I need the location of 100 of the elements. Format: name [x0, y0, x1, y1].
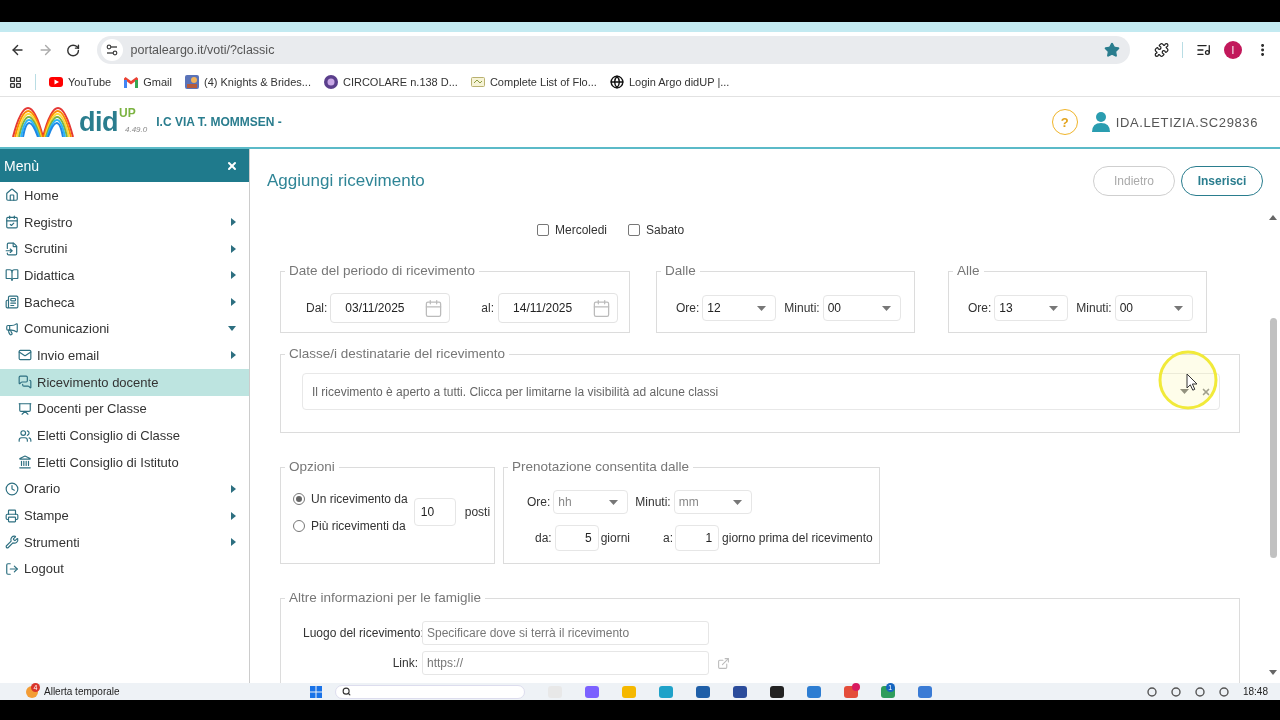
menu-item[interactable]: Ricevimento docente — [0, 368, 249, 396]
menu-item[interactable]: Comunicazioni — [0, 315, 249, 343]
menu-item[interactable]: Stampe — [0, 502, 249, 529]
bookmark-link[interactable]: Login Argo didUP |... — [609, 75, 730, 89]
hour-select[interactable]: 13 — [994, 295, 1069, 321]
insert-button[interactable]: Inserisci — [1181, 166, 1263, 196]
bookmark-link[interactable]: YouTube — [49, 76, 112, 88]
caret-down-icon — [1173, 305, 1183, 311]
minute-select[interactable]: 00 — [822, 295, 901, 321]
menu-item[interactable]: Registro — [0, 208, 249, 236]
date-field[interactable]: 03/11/2025 — [330, 293, 451, 323]
menu-item[interactable]: Strumenti — [0, 528, 249, 556]
close-icon[interactable] — [226, 159, 238, 172]
field-label: Ore: — [968, 301, 992, 315]
house-icon — [5, 188, 19, 203]
bookmark-star-icon[interactable] — [1103, 42, 1120, 58]
rainbow-arches-logo — [12, 107, 74, 137]
site-settings-icon[interactable] — [100, 39, 123, 61]
menu-item[interactable]: Bacheca — [0, 288, 249, 316]
field-label: Dal: — [306, 301, 328, 315]
app-tile-icon[interactable] — [806, 685, 821, 698]
tray-icon[interactable] — [1170, 686, 1181, 697]
apps-grid-icon[interactable] — [9, 75, 22, 89]
menu-item[interactable]: Eletti Consiglio di Istituto — [0, 448, 249, 476]
tray-icon[interactable] — [1218, 686, 1229, 697]
number-field[interactable]: 10 — [413, 498, 456, 526]
field-label: Ore: — [527, 495, 551, 509]
reload-icon[interactable] — [66, 42, 81, 58]
minute-select[interactable]: 00 — [1114, 295, 1193, 321]
text-field[interactable]: Specificare dove si terrà il ricevimento — [422, 621, 709, 645]
field-label: Minuti: — [1076, 301, 1112, 315]
minute-select[interactable]: mm — [673, 490, 752, 514]
bookmark-link[interactable]: (4) Knights & Brides... — [184, 75, 311, 89]
weather-label: Allerta temporale — [44, 686, 120, 697]
field-label: a: — [663, 531, 674, 545]
menu-item[interactable]: Logout — [0, 555, 249, 583]
media-controls-icon[interactable] — [1195, 42, 1211, 58]
bookmark-link[interactable]: Gmail — [124, 76, 172, 88]
extensions-icon[interactable] — [1153, 42, 1169, 58]
checkbox[interactable] — [537, 224, 549, 236]
address-bar[interactable]: portaleargo.it/voti/?classic — [96, 36, 1130, 64]
version-label: 4.49.0 — [125, 124, 148, 134]
scroll-up-icon[interactable] — [1269, 215, 1277, 220]
calendar-check-icon — [5, 215, 19, 230]
radio-button[interactable] — [293, 492, 305, 505]
profile-avatar[interactable]: I — [1223, 41, 1242, 59]
app-tile-icon[interactable] — [917, 685, 932, 698]
clock-icon — [5, 481, 19, 496]
app-tile-icon[interactable] — [880, 685, 895, 698]
menu-item[interactable]: Eletti Consiglio di Classe — [0, 422, 249, 449]
menu-item[interactable]: Invio email — [0, 342, 249, 369]
windows-logo-icon[interactable] — [309, 685, 322, 698]
taskbar-search-field[interactable] — [334, 684, 525, 699]
menu-item[interactable]: Docenti per Classe — [0, 395, 249, 423]
newspaper-icon — [5, 295, 19, 310]
group-legend: Opzioni — [285, 459, 339, 475]
menu-item[interactable]: Scrutini — [0, 235, 249, 263]
hour-select[interactable]: 12 — [702, 295, 777, 321]
tray-icon[interactable] — [1194, 686, 1205, 697]
user-name: IDA.LETIZIA.SC29836 — [1115, 114, 1258, 130]
scroll-down-icon[interactable] — [1269, 670, 1277, 675]
group-legend: Alle — [953, 263, 984, 279]
menu-item[interactable]: Home — [0, 182, 249, 209]
app-tile-icon[interactable] — [621, 685, 636, 698]
group-legend: Dalle — [661, 263, 700, 279]
envelope-m-icon — [124, 76, 139, 88]
bookmark-link[interactable]: Complete List of Flo... — [470, 76, 597, 88]
date-field[interactable]: 14/11/2025 — [498, 293, 619, 323]
school-name: I.C VIA T. MOMMSEN - — [156, 115, 282, 129]
app-tile-icon[interactable] — [584, 685, 599, 698]
picture-tile-icon — [184, 75, 199, 89]
group-legend: Altre informazioni per le famiglie — [285, 590, 486, 606]
radio-button[interactable] — [293, 519, 305, 532]
app-tile-icon[interactable] — [658, 685, 673, 698]
bookmark-link[interactable]: CIRCOLARE n.138 D... — [323, 75, 458, 89]
user-icon — [1091, 112, 1110, 132]
hour-select[interactable]: hh — [553, 490, 629, 514]
app-tile-icon[interactable] — [769, 685, 784, 698]
mini-banner-icon — [470, 77, 485, 87]
wrench-icon — [5, 535, 19, 550]
menu-item[interactable]: Didattica — [0, 262, 249, 289]
scrollbar-thumb[interactable] — [1269, 318, 1277, 558]
app-tile-icon[interactable] — [695, 685, 710, 698]
app-tile-icon[interactable] — [732, 685, 747, 698]
tray-icon[interactable] — [1146, 686, 1157, 697]
menu-item[interactable]: Orario — [0, 475, 249, 503]
link-field[interactable]: https:// — [422, 651, 709, 675]
number-field[interactable]: 5 — [554, 525, 599, 551]
caret-down-icon — [1049, 305, 1059, 311]
logout-icon — [5, 561, 19, 576]
unit-label: giorno prima del ricevimento — [722, 531, 873, 545]
video-play-icon — [49, 77, 63, 87]
pointer-cursor-icon — [1158, 350, 1218, 410]
checkbox[interactable] — [628, 224, 641, 236]
clear-icon[interactable] — [1201, 386, 1211, 397]
sidebar-title: Menù — [4, 157, 40, 174]
users-icon — [18, 428, 32, 443]
field-label: al: — [481, 301, 495, 315]
caret-down-icon — [1180, 389, 1189, 394]
number-field[interactable]: 1 — [675, 525, 720, 551]
